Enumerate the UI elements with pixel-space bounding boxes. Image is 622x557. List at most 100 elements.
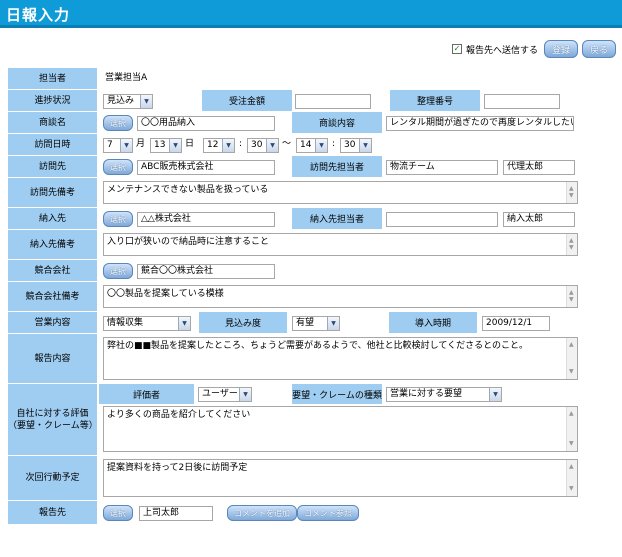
evaluation-textarea[interactable]: より多くの商品を紹介してください ▲ ▼: [103, 406, 578, 452]
scroll-up-icon: ▲: [569, 341, 574, 348]
row-houkoku: 報告内容 弊社の■■製品を提案したところ、ちょうど需要があるようで、他社と比較検…: [8, 334, 616, 384]
row-jikai: 次回行動予定 提案資料を持って2日後に訪問予定 ▲ ▼: [8, 456, 616, 501]
scrollbar[interactable]: ▲ ▼: [566, 338, 577, 379]
chevron-down-icon: ▼: [169, 139, 181, 152]
progress-select[interactable]: 見込み ▼: [103, 94, 153, 109]
row-kyougou-bikou: 競合会社備考 〇〇製品を提案している模様 ▲ ▼: [8, 282, 616, 312]
row-houmon-bikou: 訪問先備考 メンテナンスできない製品を扱っている ▲ ▼: [8, 178, 616, 208]
add-comment-button[interactable]: コメントを追加: [227, 505, 297, 521]
select-recipient-button[interactable]: 選択: [103, 505, 133, 521]
label-nounyu-bikou: 納入先備考: [8, 230, 98, 259]
start-hour-select[interactable]: 12 ▼: [203, 138, 235, 153]
deal-name-input[interactable]: 〇〇用品納入: [137, 116, 275, 131]
report-content-textarea[interactable]: 弊社の■■製品を提案したところ、ちょうど需要があるようで、他社と比較検討してくだ…: [103, 337, 578, 380]
row-shodan: 商談名 選択 〇〇用品納入 商談内容 レンタル期間が過ぎたので再度レンタルしたい: [8, 112, 616, 134]
competitor-notes-textarea[interactable]: 〇〇製品を提案している模様 ▲ ▼: [103, 285, 578, 308]
chevron-down-icon: ▼: [266, 139, 278, 152]
visit-department-input[interactable]: 物流チーム: [386, 160, 498, 175]
scrollbar[interactable]: ▲ ▼: [566, 182, 577, 203]
visit-month-select[interactable]: 7 ▼: [103, 138, 133, 153]
scroll-down-icon: ▼: [569, 368, 574, 375]
evaluator-select[interactable]: ユーザー ▼: [198, 387, 252, 402]
visit-company-input[interactable]: ABC販売株式会社: [137, 160, 275, 175]
deal-content-input[interactable]: レンタル期間が過ぎたので再度レンタルしたい: [386, 116, 574, 131]
delivery-company-input[interactable]: △△株式会社: [137, 212, 275, 227]
competitor-input[interactable]: 競合〇〇株式会社: [137, 264, 275, 279]
label-nounyu-tantou: 納入先担当者: [292, 208, 382, 229]
row-kyougou: 競合会社 選択 競合〇〇株式会社: [8, 260, 616, 282]
register-button[interactable]: 登録: [543, 40, 578, 58]
chevron-down-icon: ▼: [359, 139, 371, 152]
scroll-down-icon: ▼: [569, 296, 574, 303]
select-competitor-button[interactable]: 選択: [103, 263, 133, 279]
chevron-down-icon: ▼: [178, 317, 190, 330]
visit-day-select[interactable]: 13 ▼: [150, 138, 182, 153]
chevron-down-icon: ▼: [315, 139, 327, 152]
start-minute-select[interactable]: 30 ▼: [247, 138, 279, 153]
visit-contact-input[interactable]: 代理太郎: [503, 160, 575, 175]
send-to-recipient-label: 報告先へ送信する: [465, 45, 538, 56]
reference-number-input[interactable]: [484, 94, 560, 109]
send-to-recipient-checkbox[interactable]: ✓: [451, 44, 462, 54]
label-eigyou-naiyou: 営業内容: [8, 312, 98, 333]
scroll-up-icon: ▲: [569, 463, 574, 470]
label-houmon-tantou: 訪問先担当者: [292, 156, 382, 177]
scroll-down-icon: ▼: [569, 440, 574, 447]
scroll-down-icon: ▼: [569, 485, 574, 492]
chevron-down-icon: ▼: [239, 388, 251, 401]
label-nounyu: 納入先: [8, 208, 98, 229]
view-comment-button[interactable]: コメント参照: [297, 505, 359, 521]
row-houkokusaki: 報告先 選択 上司太郎 コメントを追加 コメント参照: [8, 501, 616, 525]
select-visit-company-button[interactable]: 選択: [103, 159, 133, 175]
label-houkokusaki: 報告先: [8, 501, 98, 524]
sales-activity-select[interactable]: 情報収集 ▼: [103, 316, 191, 331]
label-hyoukasha: 評価者: [99, 384, 194, 404]
back-button[interactable]: 戻る: [581, 40, 616, 58]
label-houmonsaki: 訪問先: [8, 156, 98, 177]
label-dounyu: 導入時期: [389, 312, 477, 333]
label-kyougou-bikou: 競合会社備考: [8, 282, 98, 311]
select-delivery-company-button[interactable]: 選択: [103, 211, 133, 227]
label-houmon-bikou: 訪問先備考: [8, 178, 98, 207]
tantou-value: 営業担当A: [105, 73, 148, 83]
row-nounyu: 納入先 選択 △△株式会社 納入先担当者 納入太郎: [8, 208, 616, 230]
label-houkoku-naiyou: 報告内容: [8, 334, 98, 383]
chevron-down-icon: ▼: [140, 95, 152, 108]
introduction-date-input[interactable]: 2009/12/1: [482, 316, 550, 331]
scroll-down-icon: ▼: [569, 244, 574, 251]
order-amount-input[interactable]: [295, 94, 371, 109]
delivery-notes-textarea[interactable]: 入り口が狭いので納品時に注意すること ▲ ▼: [103, 233, 578, 256]
chevron-down-icon: ▼: [327, 317, 339, 330]
time-colon: :: [239, 139, 243, 149]
visit-notes-textarea[interactable]: メンテナンスできない製品を扱っている ▲ ▼: [103, 181, 578, 204]
chevron-down-icon: ▼: [489, 388, 501, 401]
request-type-select[interactable]: 営業に対する要望 ▼: [386, 387, 502, 402]
row-eigyou: 営業内容 情報収集 ▼ 見込み度 有望 ▼ 導入時期 2009/12/1: [8, 312, 616, 334]
check-icon: ✓: [453, 44, 461, 53]
label-seiri: 整理番号: [390, 90, 480, 111]
scrollbar[interactable]: ▲ ▼: [566, 460, 577, 496]
label-youbou-shurui: 要望・クレームの種類: [292, 384, 382, 404]
scrollbar[interactable]: ▲ ▼: [566, 234, 577, 255]
label-shodanmei: 商談名: [8, 112, 98, 133]
select-deal-button[interactable]: 選択: [103, 115, 133, 131]
end-minute-select[interactable]: 30 ▼: [340, 138, 372, 153]
row-tantou: 担当者 営業担当A: [8, 68, 616, 90]
delivery-department-input[interactable]: [386, 212, 498, 227]
scrollbar[interactable]: ▲ ▼: [566, 407, 577, 451]
delivery-contact-input[interactable]: 納入太郎: [503, 212, 575, 227]
row-hyouka: 自社に対する評価 （要望・クレーム等） 評価者 ユーザー ▼ 要望・クレームの種類…: [8, 384, 616, 456]
next-action-textarea[interactable]: 提案資料を持って2日後に訪問予定 ▲ ▼: [103, 459, 578, 497]
prospect-level-select[interactable]: 有望 ▼: [292, 316, 340, 331]
scrollbar[interactable]: ▲ ▼: [566, 286, 577, 307]
row-houmon-date: 訪問日時 7 ▼ 月 13 ▼ 日 12 ▼ : 30 ▼ ～ 14 ▼ : 30 ▼: [8, 134, 616, 156]
end-hour-select[interactable]: 14 ▼: [296, 138, 328, 153]
label-hyouka: 自社に対する評価 （要望・クレーム等）: [8, 384, 98, 455]
label-jikai: 次回行動予定: [8, 456, 98, 500]
label-shodannaiyou: 商談内容: [292, 112, 382, 133]
scroll-down-icon: ▼: [569, 192, 574, 199]
daily-report-form: 担当者 営業担当A 進捗状況 見込み ▼ 受注金額 整理番号 商談名 選択 〇〇用…: [8, 68, 616, 525]
row-nounyu-bikou: 納入先備考 入り口が狭いので納品時に注意すること ▲ ▼: [8, 230, 616, 260]
label-tantou: 担当者: [8, 68, 98, 89]
recipient-input[interactable]: 上司太郎: [139, 506, 213, 521]
